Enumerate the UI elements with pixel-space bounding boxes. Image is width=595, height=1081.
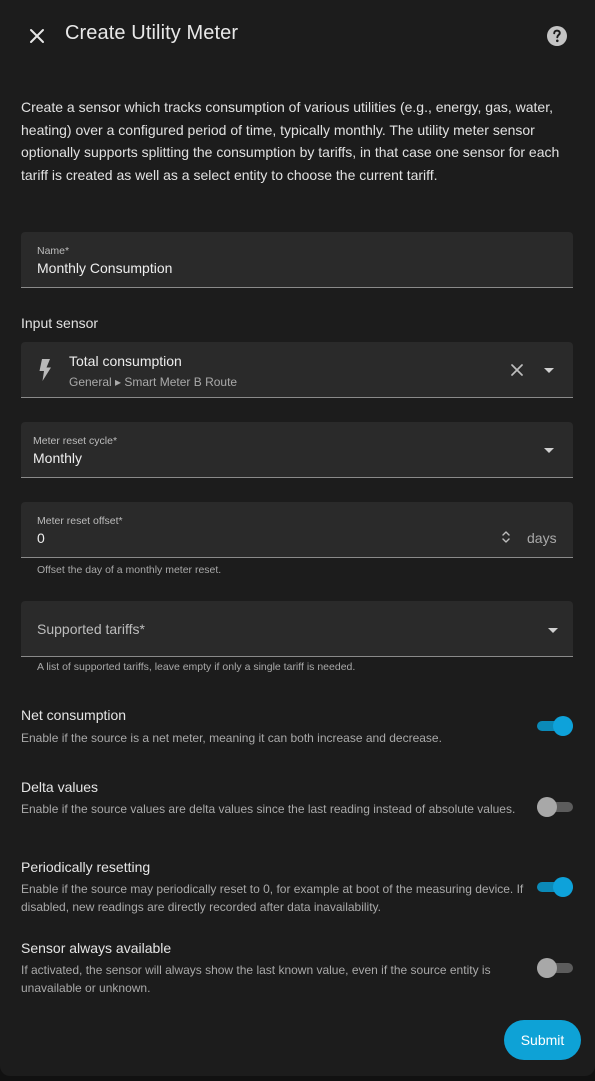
periodically-resetting-title: Periodically resetting [21,859,151,875]
meter-reset-cycle-label: Meter reset cycle* [33,435,118,447]
toggle-knob [537,797,557,817]
dialog-title: Create Utility Meter [65,22,239,44]
net-consumption-description: Enable if the source is a net meter, mea… [21,731,442,745]
input-sensor-title: Total consumption [69,353,182,369]
clear-icon[interactable] [511,364,523,376]
toggle-knob [553,716,573,736]
periodically-resetting-description: Enable if the source may periodically re… [21,882,524,914]
input-sensor-subtitle: General ▸ Smart Meter B Route [69,375,238,389]
submit-button[interactable]: Submit [504,1020,581,1060]
supported-tariffs-placeholder: Supported tariffs* [37,621,145,637]
help-circle-icon [547,26,567,46]
delta-values-description: Enable if the source values are delta va… [21,802,516,816]
meter-reset-offset-field[interactable]: Meter reset offset* 0 days [21,502,573,558]
net-consumption-toggle[interactable] [537,716,573,736]
close-icon [30,29,44,43]
lightning-bolt-icon [39,359,51,381]
meter-reset-cycle-value: Monthly [33,450,83,466]
chevron-down-icon [548,628,558,633]
meter-reset-offset-label: Meter reset offset* [37,515,123,527]
toggle-knob [553,877,573,897]
meter-reset-offset-value: 0 [37,530,45,546]
net-consumption-title: Net consumption [21,707,127,723]
name-field[interactable]: Name* Monthly Consumption [21,232,573,288]
number-stepper-icon[interactable] [501,530,511,544]
delta-values-title: Delta values [21,779,99,795]
meter-reset-cycle-select[interactable]: Meter reset cycle* Monthly [21,422,573,478]
dialog-description: Create a sensor which tracks consumption… [21,99,560,183]
sensor-always-available-description: If activated, the sensor will always sho… [21,963,491,995]
meter-reset-offset-helper: Offset the day of a monthly meter reset. [37,564,222,576]
delta-values-toggle[interactable] [537,797,573,817]
input-sensor-picker[interactable]: Total consumption General ▸ Smart Meter … [21,342,573,398]
close-button[interactable] [22,21,52,51]
sensor-always-available-toggle[interactable] [537,958,573,978]
sensor-always-available-title: Sensor always available [21,940,172,956]
input-sensor-label: Input sensor [21,315,99,331]
dialog-header: Create Utility Meter [0,0,595,70]
meter-reset-offset-suffix: days [527,530,557,546]
name-field-label: Name* [37,245,70,257]
name-field-value: Monthly Consumption [37,260,173,276]
chevron-down-icon [544,448,554,453]
help-button[interactable] [545,24,569,48]
periodically-resetting-toggle[interactable] [537,877,573,897]
create-utility-meter-dialog: Create Utility Meter Create a sensor whi… [0,0,595,1076]
chevron-down-icon[interactable] [544,368,554,373]
supported-tariffs-helper: A list of supported tariffs, leave empty… [37,661,356,673]
toggle-knob [537,958,557,978]
supported-tariffs-select[interactable]: Supported tariffs* [21,601,573,657]
